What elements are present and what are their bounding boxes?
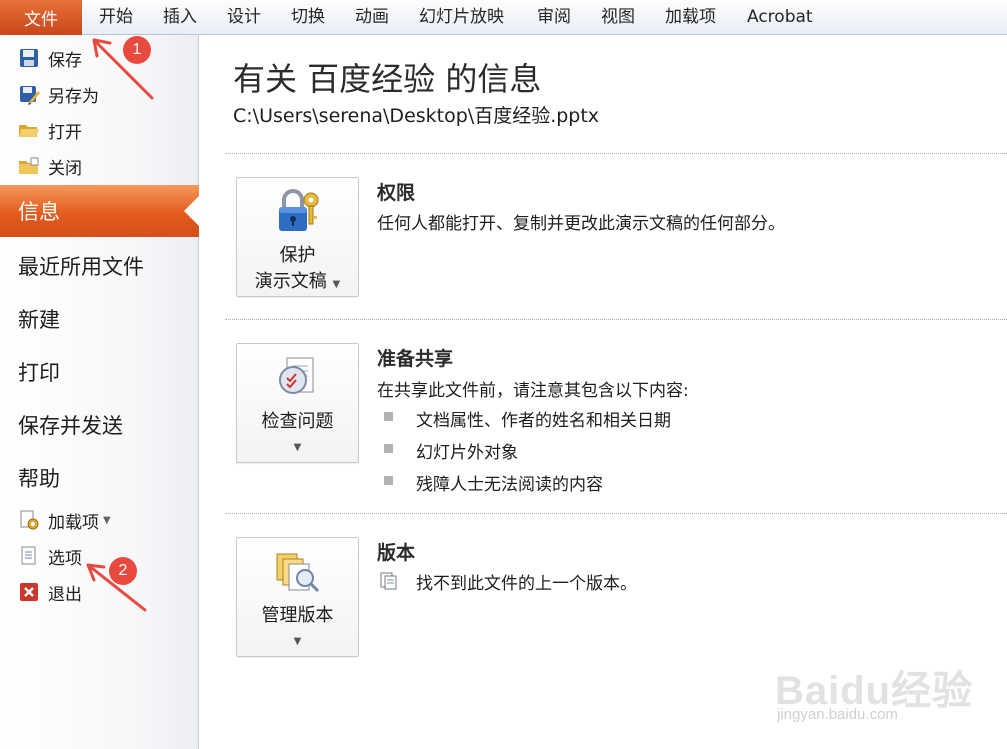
- tab-acrobat[interactable]: Acrobat: [747, 0, 813, 35]
- prepare-sharing-heading: 准备共享: [377, 348, 454, 370]
- chevron-down-icon: ▼: [293, 442, 302, 453]
- manage-versions-button[interactable]: 管理版本 ▼: [236, 537, 359, 657]
- watermark: Baidu经验 jingyan.baidu.com: [775, 636, 1007, 746]
- bullet-item: 残障人士无法阅读的内容: [416, 475, 603, 495]
- versions-heading: 版本: [377, 542, 416, 564]
- permissions-text: 任何人都能打开、复制并更改此演示文稿的任何部分。: [377, 214, 785, 234]
- lock-key-icon: [273, 186, 323, 236]
- section-divider: [225, 319, 1007, 320]
- tab-addins[interactable]: 加载项: [665, 0, 716, 35]
- bullet-item: 文档属性、作者的姓名和相关日期: [416, 411, 671, 431]
- tab-view[interactable]: 视图: [601, 0, 635, 35]
- watermark-url: jingyan.baidu.com: [777, 706, 898, 723]
- section-divider: [225, 153, 1007, 154]
- protect-presentation-button[interactable]: 保护 演示文稿 ▼: [236, 177, 359, 297]
- version-document-icon: [378, 571, 398, 595]
- check-issues-button[interactable]: 检查问题 ▼: [236, 343, 359, 463]
- page-title: 有关 百度经验 的信息: [233, 60, 542, 98]
- annotation-arrows: [86, 38, 154, 612]
- bullet-item: 幻灯片外对象: [416, 443, 518, 463]
- annotation-badge-2: 2: [109, 557, 137, 585]
- bullet-marker: [384, 412, 393, 421]
- versions-text: 找不到此文件的上一个版本。: [416, 574, 637, 594]
- permissions-heading: 权限: [377, 182, 416, 204]
- protect-button-line2-text: 演示文稿: [254, 271, 327, 292]
- check-issues-label: 检查问题: [261, 411, 334, 432]
- tab-animations[interactable]: 动画: [355, 0, 389, 35]
- inspect-document-icon: [273, 352, 323, 402]
- tab-transitions[interactable]: 切换: [291, 0, 325, 35]
- section-divider: [225, 513, 1007, 514]
- manage-versions-label: 管理版本: [261, 605, 334, 626]
- file-path: C:\Users\serena\Desktop\百度经验.pptx: [233, 105, 600, 127]
- chevron-down-icon: ▼: [293, 636, 302, 647]
- chevron-down-icon: ▼: [332, 279, 341, 290]
- tab-review[interactable]: 审阅: [537, 0, 571, 35]
- protect-button-line1: 保护: [279, 245, 316, 266]
- protect-button-line2: 演示文稿 ▼: [237, 267, 358, 293]
- bullet-marker: [384, 476, 393, 485]
- tab-design[interactable]: 设计: [227, 0, 261, 35]
- tab-slideshow[interactable]: 幻灯片放映: [419, 0, 504, 35]
- bullet-marker: [384, 444, 393, 453]
- prepare-sharing-text: 在共享此文件前，请注意其包含以下内容:: [377, 381, 689, 401]
- annotation-badge-1: 1: [123, 36, 151, 64]
- versions-icon: [273, 546, 323, 596]
